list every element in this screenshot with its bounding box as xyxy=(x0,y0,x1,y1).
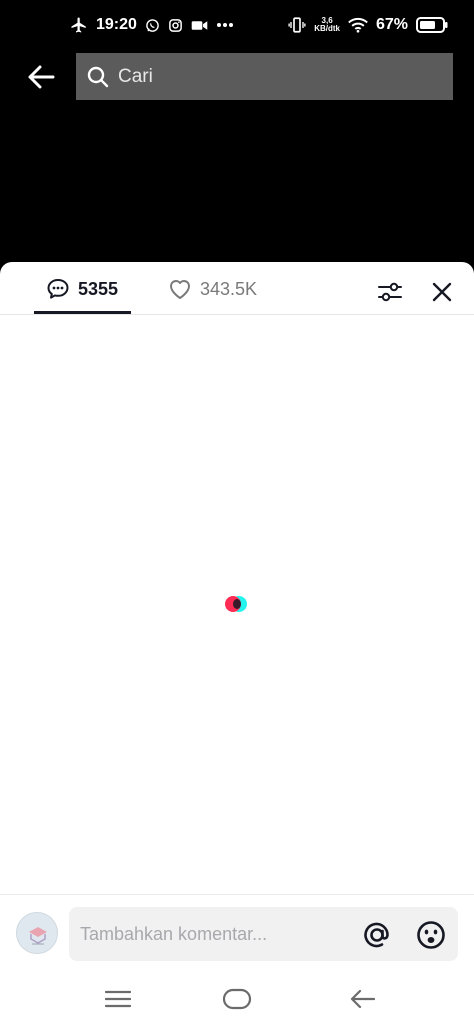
status-bar: 19:20 3,6 KB/dtk 67% xyxy=(0,0,474,50)
screen: 19:20 3,6 KB/dtk 67% Cari 5355 343.5K Ta… xyxy=(0,0,474,1028)
network-speed: 3,6 KB/dtk xyxy=(314,17,340,33)
video-camera-icon xyxy=(191,19,208,32)
search-icon xyxy=(87,66,109,87)
vibrate-icon xyxy=(288,16,306,34)
airplane-icon xyxy=(70,16,88,34)
at-sign-icon xyxy=(364,922,389,948)
loader-dot-overlap xyxy=(233,599,241,609)
menu-icon xyxy=(105,990,131,1008)
mention-button[interactable] xyxy=(361,919,393,951)
system-nav-bar xyxy=(0,972,474,1028)
instagram-icon xyxy=(168,18,183,33)
filter-button[interactable] xyxy=(376,278,404,306)
nav-back-button[interactable] xyxy=(342,984,382,1014)
nav-menu-button[interactable] xyxy=(98,984,138,1014)
comments-tabs: 5355 343.5K xyxy=(0,262,474,315)
close-button[interactable] xyxy=(430,280,454,304)
comment-input[interactable]: Tambahkan komentar... xyxy=(69,907,458,961)
tab-comments[interactable]: 5355 xyxy=(46,274,118,304)
wifi-icon xyxy=(348,17,368,33)
comments-sheet: 5355 343.5K Tambahkan komentar... xyxy=(0,262,474,1028)
nav-home-button[interactable] xyxy=(217,984,257,1014)
search-input[interactable]: Cari xyxy=(76,53,453,100)
comment-placeholder: Tambahkan komentar... xyxy=(80,923,268,944)
arrow-left-icon xyxy=(28,65,55,89)
battery-icon xyxy=(416,17,448,33)
avatar-image xyxy=(17,913,57,953)
back-button[interactable] xyxy=(24,62,58,92)
search-header: Cari xyxy=(0,50,474,106)
comment-bubble-icon xyxy=(47,279,69,299)
avatar[interactable] xyxy=(16,912,58,954)
whatsapp-icon xyxy=(145,18,160,33)
home-icon xyxy=(222,988,252,1010)
status-right: 3,6 KB/dtk 67% xyxy=(288,16,448,34)
heart-icon xyxy=(170,280,190,299)
tab-likes[interactable]: 343.5K xyxy=(168,274,257,304)
sliders-icon xyxy=(378,282,402,302)
loading-spinner xyxy=(225,595,249,615)
like-count: 343.5K xyxy=(200,278,258,299)
more-notifications-icon xyxy=(216,22,234,28)
search-placeholder: Cari xyxy=(118,65,153,87)
active-tab-indicator xyxy=(34,311,131,314)
close-icon xyxy=(432,282,452,302)
emoji-icon xyxy=(417,921,445,949)
battery-percent: 67% xyxy=(375,16,408,33)
back-arrow-icon xyxy=(350,989,375,1009)
comment-input-bar: Tambahkan komentar... xyxy=(0,894,474,972)
status-time: 19:20 xyxy=(96,16,137,33)
network-speed-unit: KB/dtk xyxy=(314,24,340,33)
emoji-button[interactable] xyxy=(415,919,447,951)
status-left: 19:20 xyxy=(70,16,234,34)
comment-count: 5355 xyxy=(78,278,119,299)
